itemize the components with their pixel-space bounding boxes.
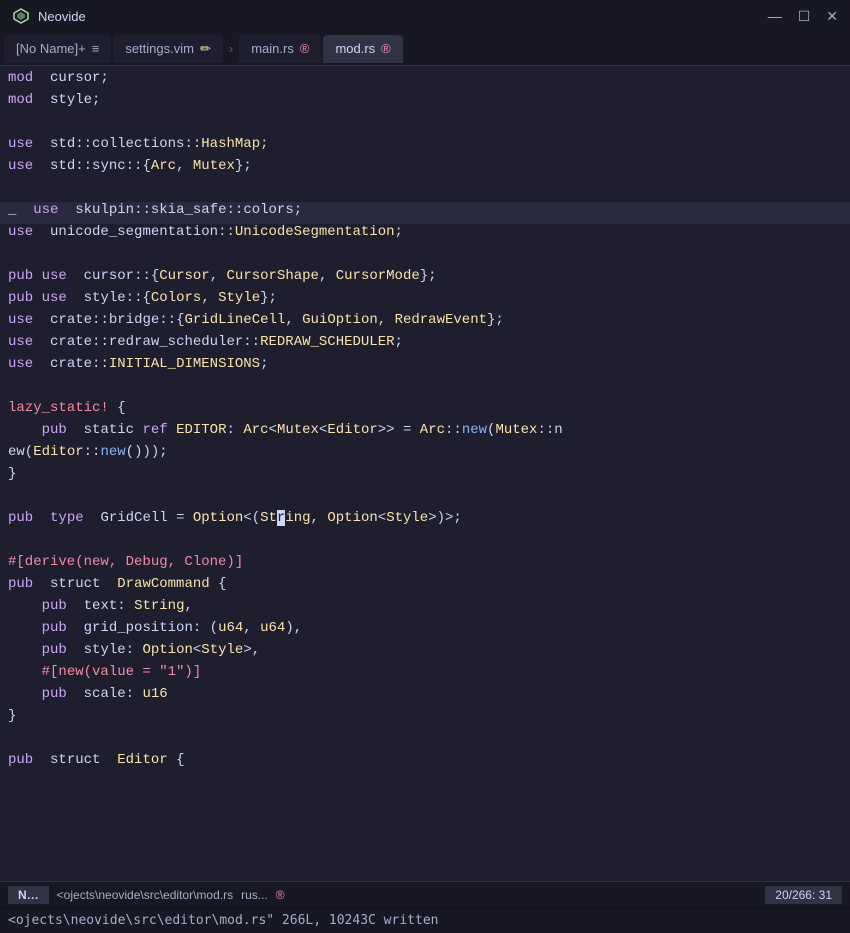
- code-line-14: use crate::INITIAL_DIMENSIONS;: [0, 356, 850, 378]
- code-line-5: use std::sync::{Arc, Mutex};: [0, 158, 850, 180]
- code-line-12: use crate::bridge::{GridLineCell, GuiOpt…: [0, 312, 850, 334]
- code-line-13: use crate::redraw_scheduler::REDRAW_SCHE…: [0, 334, 850, 356]
- code-line-3: [0, 114, 850, 136]
- tab-settings-vim-label: settings.vim: [125, 41, 194, 56]
- code-line-4: use std::collections::HashMap;: [0, 136, 850, 158]
- tab-main-rs[interactable]: main.rs ®: [239, 35, 321, 63]
- code-line-15: [0, 378, 850, 400]
- status-mode: N...: [8, 886, 49, 904]
- code-line-21: pub type GridCell = Option<(String, Opti…: [0, 510, 850, 532]
- code-line-17: pub static ref EDITOR: Arc<Mutex<Editor>…: [0, 422, 850, 444]
- title-bar-controls: — ☐ ✕: [768, 8, 838, 25]
- code-line-24: pub struct DrawCommand {: [0, 576, 850, 598]
- code-line-22: [0, 532, 850, 554]
- tab-mod-rs-icon: ®: [381, 41, 391, 56]
- code-line-32: pub struct Editor {: [0, 752, 850, 774]
- tab-no-name-icon: ≡: [92, 41, 100, 56]
- status-position: 20/266: 31: [765, 886, 842, 904]
- code-line-19: }: [0, 466, 850, 488]
- code-line-18: ew(Editor::new()));: [0, 444, 850, 466]
- tab-bar: [No Name]+ ≡ settings.vim ✏ › main.rs ® …: [0, 32, 850, 66]
- status-right: 20/266: 31: [765, 886, 842, 904]
- tab-settings-vim-modified-icon: ✏: [200, 41, 211, 57]
- status-bar: N... <ojects\neovide\src\editor\mod.rs r…: [0, 881, 850, 907]
- code-line-20: [0, 488, 850, 510]
- code-line-25: pub text: String,: [0, 598, 850, 620]
- app-title: Neovide: [38, 9, 86, 24]
- code-line-9: [0, 246, 850, 268]
- code-container: mod cursor; mod style; use std::collecti…: [0, 66, 850, 881]
- code-line-23: #[derive(new, Debug, Clone)]: [0, 554, 850, 576]
- maximize-button[interactable]: ☐: [798, 8, 811, 25]
- cmd-text: <ojects\neovide\src\editor\mod.rs" 266L,…: [8, 913, 438, 928]
- code-line-31: [0, 730, 850, 752]
- code-line-27: pub style: Option<Style>,: [0, 642, 850, 664]
- title-bar: Neovide — ☐ ✕: [0, 0, 850, 32]
- tab-main-rs-label: main.rs: [251, 41, 294, 56]
- status-left: N... <ojects\neovide\src\editor\mod.rs r…: [8, 886, 285, 904]
- tab-separator-1: ›: [225, 41, 237, 56]
- code-line-2: mod style;: [0, 92, 850, 114]
- code-line-26: pub grid_position: (u64, u64),: [0, 620, 850, 642]
- code-line-7: _ use skulpin::skia_safe::colors;: [0, 202, 850, 224]
- status-filetype: rus...: [241, 888, 268, 902]
- tab-no-name[interactable]: [No Name]+ ≡: [4, 35, 111, 63]
- tab-no-name-label: [No Name]+: [16, 41, 86, 56]
- tab-mod-rs-label: mod.rs: [335, 41, 375, 56]
- minimize-button[interactable]: —: [768, 8, 782, 24]
- editor-area[interactable]: mod cursor; mod style; use std::collecti…: [0, 66, 850, 881]
- code-line-29: pub scale: u16: [0, 686, 850, 708]
- status-file: <ojects\neovide\src\editor\mod.rs: [57, 888, 233, 902]
- close-button[interactable]: ✕: [826, 8, 838, 25]
- title-bar-left: Neovide: [12, 7, 86, 25]
- tab-mod-rs[interactable]: mod.rs ®: [323, 35, 402, 63]
- code-line-30: }: [0, 708, 850, 730]
- tab-settings-vim[interactable]: settings.vim ✏: [113, 35, 223, 63]
- code-line-1: mod cursor;: [0, 70, 850, 92]
- code-line-28: #[new(value = "1")]: [0, 664, 850, 686]
- code-line-11: pub use style::{Colors, Style};: [0, 290, 850, 312]
- code-line-10: pub use cursor::{Cursor, CursorShape, Cu…: [0, 268, 850, 290]
- tab-main-rs-icon: ®: [300, 41, 310, 56]
- cmd-bar: <ojects\neovide\src\editor\mod.rs" 266L,…: [0, 907, 850, 933]
- code-line-16: lazy_static! {: [0, 400, 850, 422]
- code-line-6: [0, 180, 850, 202]
- status-fileicon: ®: [276, 888, 285, 902]
- neovide-logo-icon: [12, 7, 30, 25]
- code-line-8: use unicode_segmentation::UnicodeSegment…: [0, 224, 850, 246]
